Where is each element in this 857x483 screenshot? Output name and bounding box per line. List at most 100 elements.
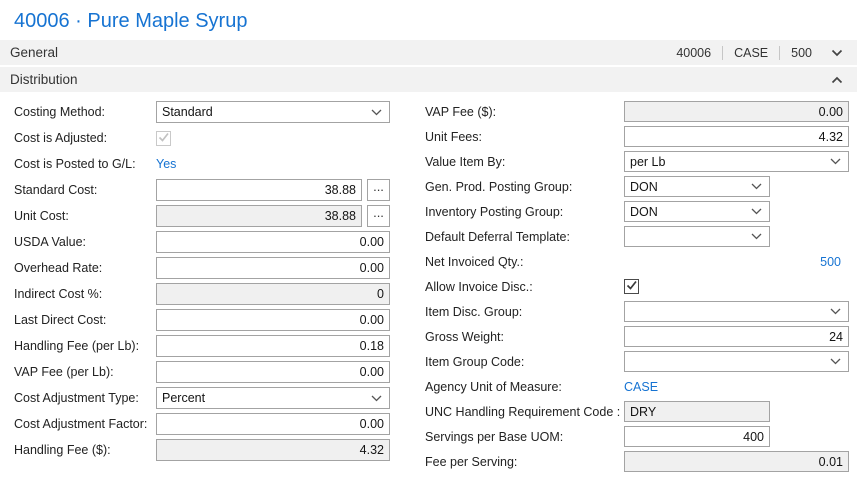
chevron-down-icon[interactable] <box>831 49 843 57</box>
value-item-by-select[interactable]: per Lb <box>624 151 849 172</box>
handling-fee-per-lb-label: Handling Fee (per Lb): <box>14 339 156 353</box>
net-invoiced-qty-label: Net Invoiced Qty.: <box>425 255 624 269</box>
costing-method-select[interactable]: Standard <box>156 101 390 123</box>
usda-value-input[interactable] <box>156 231 390 253</box>
field-row-indirect-cost-pct: Indirect Cost %: <box>14 281 418 307</box>
item-disc-group-field <box>624 301 849 322</box>
vap-fee-per-lb-input[interactable] <box>156 361 390 383</box>
overhead-rate-label: Overhead Rate: <box>14 261 156 275</box>
vap-fee-dollars-input <box>624 101 849 122</box>
handling-fee-per-lb-input[interactable] <box>156 335 390 357</box>
default-deferral-template-select[interactable] <box>624 226 770 247</box>
chevron-down-icon <box>751 183 762 190</box>
field-row-cost-adjustment-type: Cost Adjustment Type: Percent <box>14 385 418 411</box>
vap-fee-dollars-field <box>624 101 849 122</box>
cost-is-posted-to-gl-link[interactable]: Yes <box>156 157 176 171</box>
field-row-cost-is-posted-to-gl: Cost is Posted to G/L:Yes <box>14 151 418 177</box>
field-row-usda-value: USDA Value: <box>14 229 418 255</box>
costing-method-field: Standard <box>156 101 390 123</box>
unit-fees-input[interactable] <box>624 126 849 147</box>
gen-prod-posting-group-field: DON <box>624 176 849 197</box>
last-direct-cost-field <box>156 309 390 331</box>
cost-adjustment-type-select[interactable]: Percent <box>156 387 390 409</box>
cost-adjustment-type-label: Cost Adjustment Type: <box>14 391 156 405</box>
value-item-by-selected-value: per Lb <box>630 155 665 169</box>
field-row-cost-adjustment-factor: Cost Adjustment Factor: <box>14 411 418 437</box>
section-header-distribution[interactable]: Distribution <box>0 67 857 92</box>
field-row-handling-fee-per-lb: Handling Fee (per Lb): <box>14 333 418 359</box>
unit-cost-field: ... <box>156 205 390 227</box>
value-item-by-field: per Lb <box>624 151 849 172</box>
fee-per-serving-input <box>624 451 849 472</box>
item-group-code-select[interactable] <box>624 351 849 372</box>
overhead-rate-input[interactable] <box>156 257 390 279</box>
field-row-gen-prod-posting-group: Gen. Prod. Posting Group:DON <box>425 174 849 199</box>
indirect-cost-pct-field <box>156 283 390 305</box>
field-row-vap-fee-dollars: VAP Fee ($): <box>425 99 849 124</box>
chevron-down-icon <box>371 395 382 402</box>
value-item-by-label: Value Item By: <box>425 155 624 169</box>
standard-cost-label: Standard Cost: <box>14 183 156 197</box>
standard-cost-field: ... <box>156 179 390 201</box>
field-row-costing-method: Costing Method:Standard <box>14 99 418 125</box>
page-title: 40006 · Pure Maple Syrup <box>0 0 857 40</box>
vap-fee-dollars-label: VAP Fee ($): <box>425 105 624 119</box>
item-group-code-label: Item Group Code: <box>425 355 624 369</box>
item-group-code-field <box>624 351 849 372</box>
allow-invoice-disc-label: Allow Invoice Disc.: <box>425 280 624 294</box>
item-disc-group-select[interactable] <box>624 301 849 322</box>
overhead-rate-field <box>156 257 390 279</box>
chevron-down-icon <box>830 308 841 315</box>
field-row-inventory-posting-group: Inventory Posting Group: DON <box>425 199 849 224</box>
fields-column-right: VAP Fee ($): Unit Fees: Value Item By: per … <box>425 99 849 474</box>
servings-per-base-uom-input[interactable] <box>624 426 770 447</box>
unc-handling-requirement-code-input <box>624 401 770 422</box>
cost-adjustment-factor-input[interactable] <box>156 413 390 435</box>
handling-fee-per-lb-field <box>156 335 390 357</box>
item-disc-group-label: Item Disc. Group: <box>425 305 624 319</box>
general-summary: 40006 CASE 500 <box>676 46 843 60</box>
allow-invoice-disc-field <box>624 279 849 294</box>
field-row-unit-cost: Unit Cost:... <box>14 203 418 229</box>
last-direct-cost-input[interactable] <box>156 309 390 331</box>
standard-cost-input[interactable] <box>156 179 362 201</box>
inventory-posting-group-label: Inventory Posting Group: <box>425 205 624 219</box>
agency-unit-of-measure-link[interactable]: CASE <box>624 380 658 394</box>
summary-item-number: 40006 <box>676 46 711 60</box>
cost-is-posted-to-gl-field: Yes <box>156 157 390 171</box>
section-distribution-label: Distribution <box>10 72 78 87</box>
gross-weight-input[interactable] <box>624 326 849 347</box>
standard-cost-assist-edit-button[interactable]: ... <box>367 179 390 201</box>
cost-adjustment-factor-label: Cost Adjustment Factor: <box>14 417 156 431</box>
chevron-down-icon <box>830 358 841 365</box>
usda-value-field <box>156 231 390 253</box>
net-invoiced-qty-field: 500 <box>624 255 849 269</box>
handling-fee-dollars-input <box>156 439 390 461</box>
cost-is-adjusted-field <box>156 131 390 146</box>
unit-fees-field <box>624 126 849 147</box>
gen-prod-posting-group-select[interactable]: DON <box>624 176 770 197</box>
field-row-handling-fee-dollars: Handling Fee ($): <box>14 437 418 463</box>
net-invoiced-qty-link[interactable]: 500 <box>820 255 841 269</box>
summary-separator <box>722 46 723 60</box>
field-row-fee-per-serving: Fee per Serving: <box>425 449 849 474</box>
field-row-unc-handling-requirement-code: UNC Handling Requirement Code : <box>425 399 849 424</box>
summary-separator <box>779 46 780 60</box>
fee-per-serving-field <box>624 451 849 472</box>
fields-column-left: Costing Method:StandardCost is Adjusted:… <box>14 99 418 474</box>
cost-adjustment-type-selected-value: Percent <box>162 391 205 405</box>
default-deferral-template-label: Default Deferral Template: <box>425 230 624 244</box>
inventory-posting-group-selected-value: DON <box>630 205 658 219</box>
chevron-down-icon <box>751 233 762 240</box>
gen-prod-posting-group-selected-value: DON <box>630 180 658 194</box>
allow-invoice-disc-checkbox[interactable] <box>624 279 639 294</box>
field-row-agency-unit-of-measure: Agency Unit of Measure:CASE <box>425 374 849 399</box>
unit-cost-label: Unit Cost: <box>14 209 156 223</box>
unit-fees-label: Unit Fees: <box>425 130 624 144</box>
unit-cost-assist-edit-button[interactable]: ... <box>367 205 390 227</box>
chevron-up-icon[interactable] <box>831 76 843 84</box>
inventory-posting-group-select[interactable]: DON <box>624 201 770 222</box>
section-header-general[interactable]: General 40006 CASE 500 <box>0 40 857 65</box>
inventory-posting-group-field: DON <box>624 201 849 222</box>
item-card-page: 40006 · Pure Maple Syrup General 40006 C… <box>0 0 857 483</box>
